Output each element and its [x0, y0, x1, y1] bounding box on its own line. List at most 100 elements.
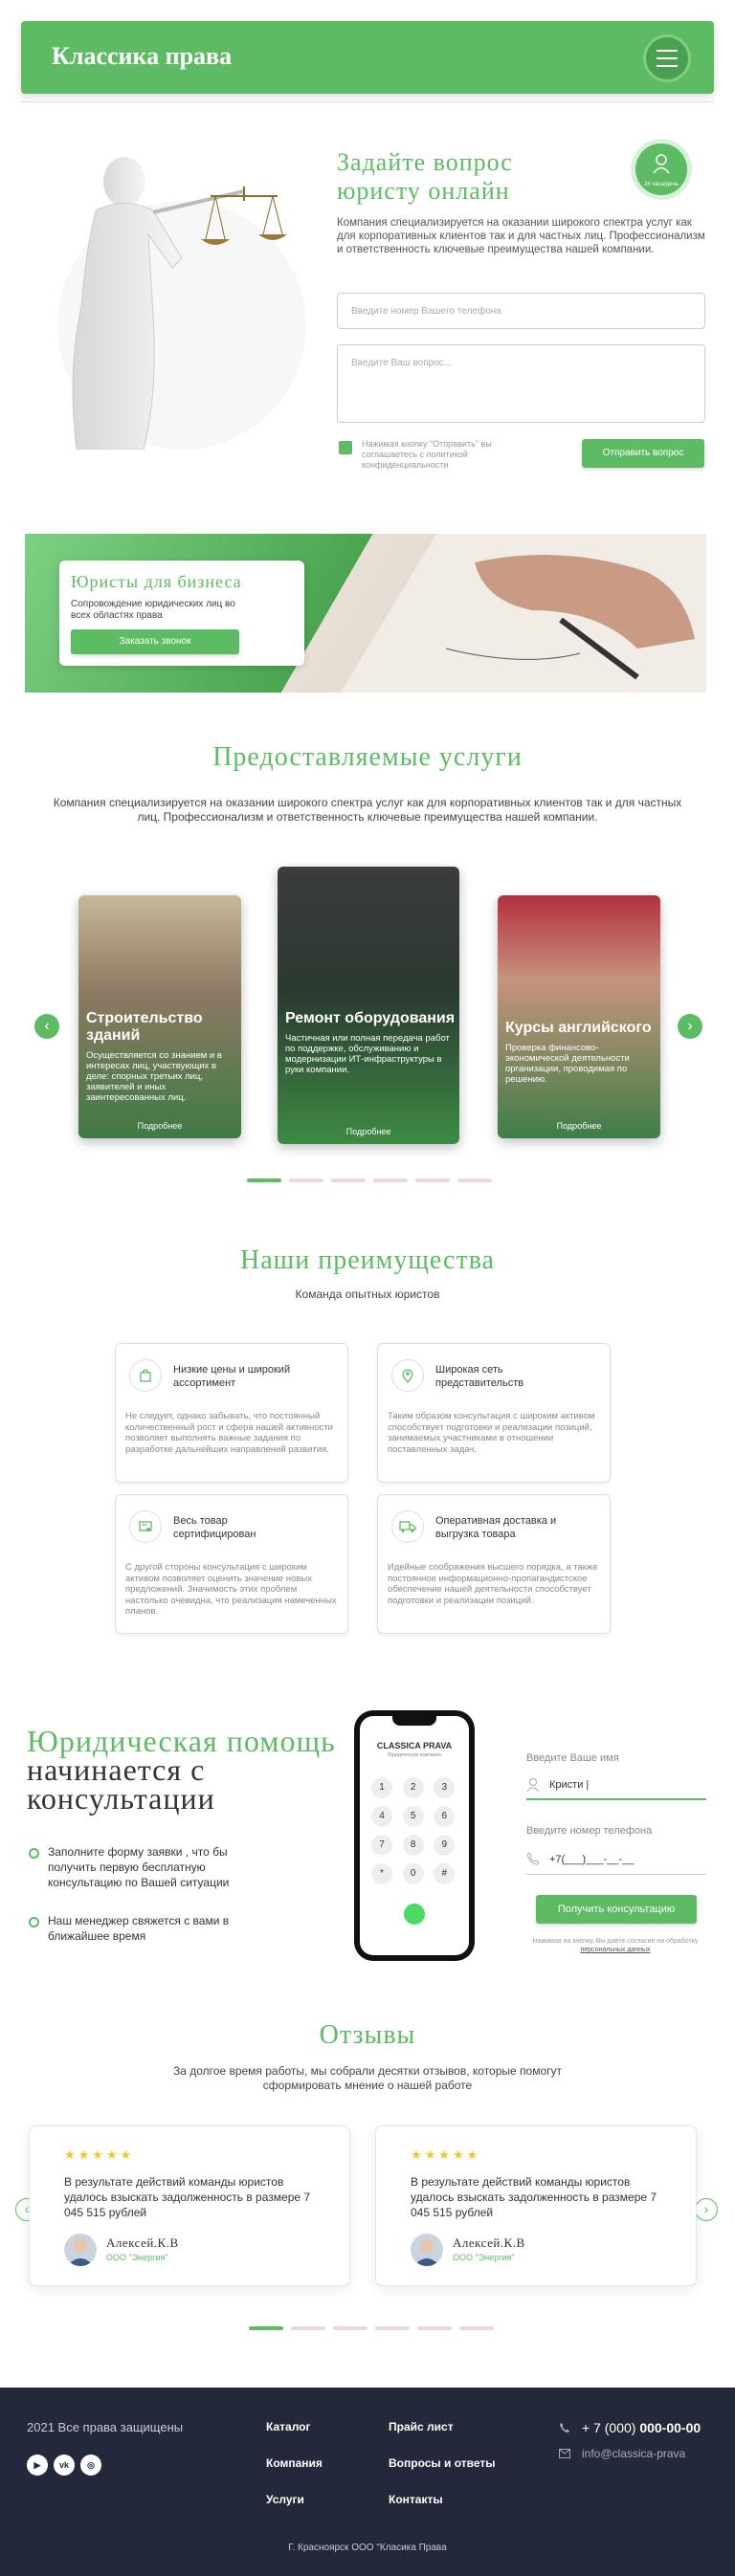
reviews-pagination — [249, 2326, 494, 2330]
pagination-dot[interactable] — [459, 2326, 494, 2330]
truck-icon — [391, 1510, 424, 1543]
avatar — [64, 2234, 97, 2266]
hamburger-icon[interactable] — [643, 34, 691, 82]
badge-label: 24 часа/день — [643, 182, 679, 187]
pagination-dot[interactable] — [333, 2326, 368, 2330]
footer-link-catalog[interactable]: Каталог — [266, 2420, 311, 2433]
advantage-title: Оперативная доставка и выгрузка товара — [435, 1515, 557, 1540]
services-next-arrow[interactable]: › — [678, 1014, 702, 1039]
consultation-point: Заполните форму заявки , что бы получить… — [29, 1844, 278, 1890]
pagination-dot[interactable] — [375, 2326, 410, 2330]
consultation-title: Юридическая помощь начинается с консульт… — [27, 1726, 343, 1816]
service-more-link[interactable]: Подробнее — [78, 1121, 241, 1131]
pagination-dot[interactable] — [289, 1178, 323, 1182]
advantage-text: С другой стороны консультация с широким … — [125, 1562, 337, 1617]
consultation-point: Наш менеджер свяжется с вами в ближайшее… — [29, 1913, 278, 1944]
business-title: Юристы для бизнеса — [71, 572, 242, 591]
business-banner: Юристы для бизнеса Сопровождение юридиче… — [25, 534, 706, 693]
services-prev-arrow[interactable]: ‹ — [34, 1014, 59, 1039]
pagination-dot[interactable] — [373, 1178, 408, 1182]
reviewer-name: Алексей.К.В — [453, 2235, 525, 2250]
phone-call-icon — [404, 1904, 425, 1925]
review-text: В результате действий команды юристов уд… — [64, 2175, 311, 2219]
consent-label: Нажимая кнопку "Отправить" вы соглашаете… — [362, 439, 492, 470]
phone-screen: CLASSICA PRAVA Юридическая компания 123 … — [360, 1716, 469, 1955]
name-input[interactable]: Кристи | — [526, 1773, 706, 1800]
footer-email[interactable]: info@classica-prava — [582, 2447, 685, 2460]
site-header: Классика права — [21, 21, 714, 94]
service-title: Курсы английского — [505, 1020, 652, 1036]
reviewer-company: ООО "Энергия" — [453, 2253, 515, 2262]
advantage-text: Идейные соображения высшего порядка, а т… — [388, 1562, 598, 1606]
pagination-dot[interactable] — [249, 2326, 283, 2330]
advantage-card: Весь товар сертифицирован С другой сторо… — [115, 1494, 348, 1634]
rating-stars: ★★★★★ — [411, 2147, 481, 2162]
business-card: Юристы для бизнеса Сопровождение юридиче… — [59, 561, 304, 666]
business-subtitle: Сопровождение юридических лиц во всех об… — [71, 599, 235, 621]
vk-icon[interactable]: vk — [54, 2455, 75, 2476]
service-card[interactable]: Курсы английского Проверка финансово-эко… — [498, 895, 660, 1138]
phone-number-input[interactable]: +7(___)___-__-__ — [526, 1848, 706, 1875]
services-pagination — [247, 1178, 492, 1182]
advantage-title: Широкая сеть представительств — [435, 1364, 524, 1389]
services-subtitle: Компания специализируется на оказании ши… — [53, 796, 682, 824]
pagination-dot[interactable] — [417, 2326, 452, 2330]
support-badge: 24 часа/день — [635, 143, 687, 195]
service-card[interactable]: Строительство зданий Осуществляется со з… — [78, 895, 241, 1138]
certificate-icon — [129, 1510, 162, 1543]
location-pin-icon — [391, 1359, 424, 1392]
question-textarea[interactable]: Введите Ваш вопрос... — [337, 344, 705, 423]
footer-phone[interactable]: + 7 (000) 000-00-00 — [582, 2420, 701, 2435]
footer-link-company[interactable]: Компания — [266, 2456, 323, 2470]
phone-app-subtitle: Юридическая компания — [388, 1752, 441, 1758]
advantage-text: Не следует, однако забывать, что постоян… — [125, 1411, 333, 1455]
consultation-title-rest: начинается с консультации — [27, 1752, 215, 1816]
pagination-dot[interactable] — [457, 1178, 492, 1182]
footer-link-services[interactable]: Услуги — [266, 2493, 304, 2506]
footer-link-faq[interactable]: Вопросы и ответы — [389, 2456, 495, 2470]
reviewer-company: ООО "Энергия" — [106, 2253, 168, 2262]
phone-icon — [559, 2422, 570, 2433]
themis-statue-image — [57, 157, 306, 450]
phone-input[interactable]: Введите номер Вашего телефона — [337, 293, 705, 329]
get-consultation-button[interactable]: Получить консультацию — [536, 1895, 697, 1924]
instagram-icon[interactable]: ◎ — [80, 2455, 101, 2476]
advantages-subtitle: Команда опытных юристов — [295, 1288, 440, 1301]
phone-icon — [526, 1852, 540, 1865]
reviews-next-arrow[interactable]: › — [695, 2198, 718, 2221]
pagination-dot[interactable] — [331, 1178, 366, 1182]
user-icon — [526, 1778, 540, 1793]
service-text: Частичная или полная передача работ по п… — [285, 1033, 450, 1075]
logo[interactable]: Классика права — [52, 42, 232, 71]
service-text: Осуществляется со знанием и в интересах … — [86, 1050, 222, 1103]
footer-link-prices[interactable]: Прайс лист — [389, 2420, 454, 2433]
hero-title: Задайте вопрос юристу онлайн — [337, 148, 513, 205]
service-title: Строительство зданий — [86, 1010, 203, 1044]
advantages-title: Наши преимущества — [240, 1245, 495, 1275]
avatar — [411, 2234, 443, 2266]
pagination-dot[interactable] — [415, 1178, 450, 1182]
youtube-icon[interactable]: ▶ — [27, 2455, 48, 2476]
divider — [21, 101, 714, 102]
pagination-dot[interactable] — [291, 2326, 325, 2330]
policy-link[interactable]: персональных данных — [580, 1947, 650, 1953]
hero-description: Компания специализируется на оказании ши… — [337, 217, 705, 255]
advantage-card: Низкие цены и широкий ассортимент Не сле… — [115, 1343, 348, 1483]
order-call-button[interactable]: Заказать звонок — [71, 629, 239, 654]
phone-label: Введите номер телефона — [526, 1825, 653, 1837]
footer-address: Г. Красноярск ООО "Класика Права — [288, 2543, 447, 2553]
phone-keypad: 123 456 789 * 0 # — [371, 1777, 457, 1884]
pagination-dot[interactable] — [247, 1178, 281, 1182]
send-question-button[interactable]: Отправить вопрос — [582, 439, 704, 468]
footer-link-contacts[interactable]: Контакты — [389, 2493, 443, 2506]
shopping-bag-icon — [129, 1359, 162, 1392]
service-more-link[interactable]: Подробнее — [278, 1127, 459, 1136]
consent-checkbox[interactable] — [339, 441, 352, 454]
review-text: В результате действий команды юристов уд… — [411, 2175, 657, 2219]
copyright: 2021 Все права защищены — [27, 2420, 184, 2434]
rating-stars: ★★★★★ — [64, 2147, 135, 2162]
advantage-text: Таким образом консультация с широким акт… — [388, 1411, 595, 1455]
service-more-link[interactable]: Подробнее — [498, 1121, 660, 1131]
service-title: Ремонт оборудования — [285, 1010, 456, 1026]
service-card[interactable]: Ремонт оборудования Частичная или полная… — [278, 867, 459, 1144]
